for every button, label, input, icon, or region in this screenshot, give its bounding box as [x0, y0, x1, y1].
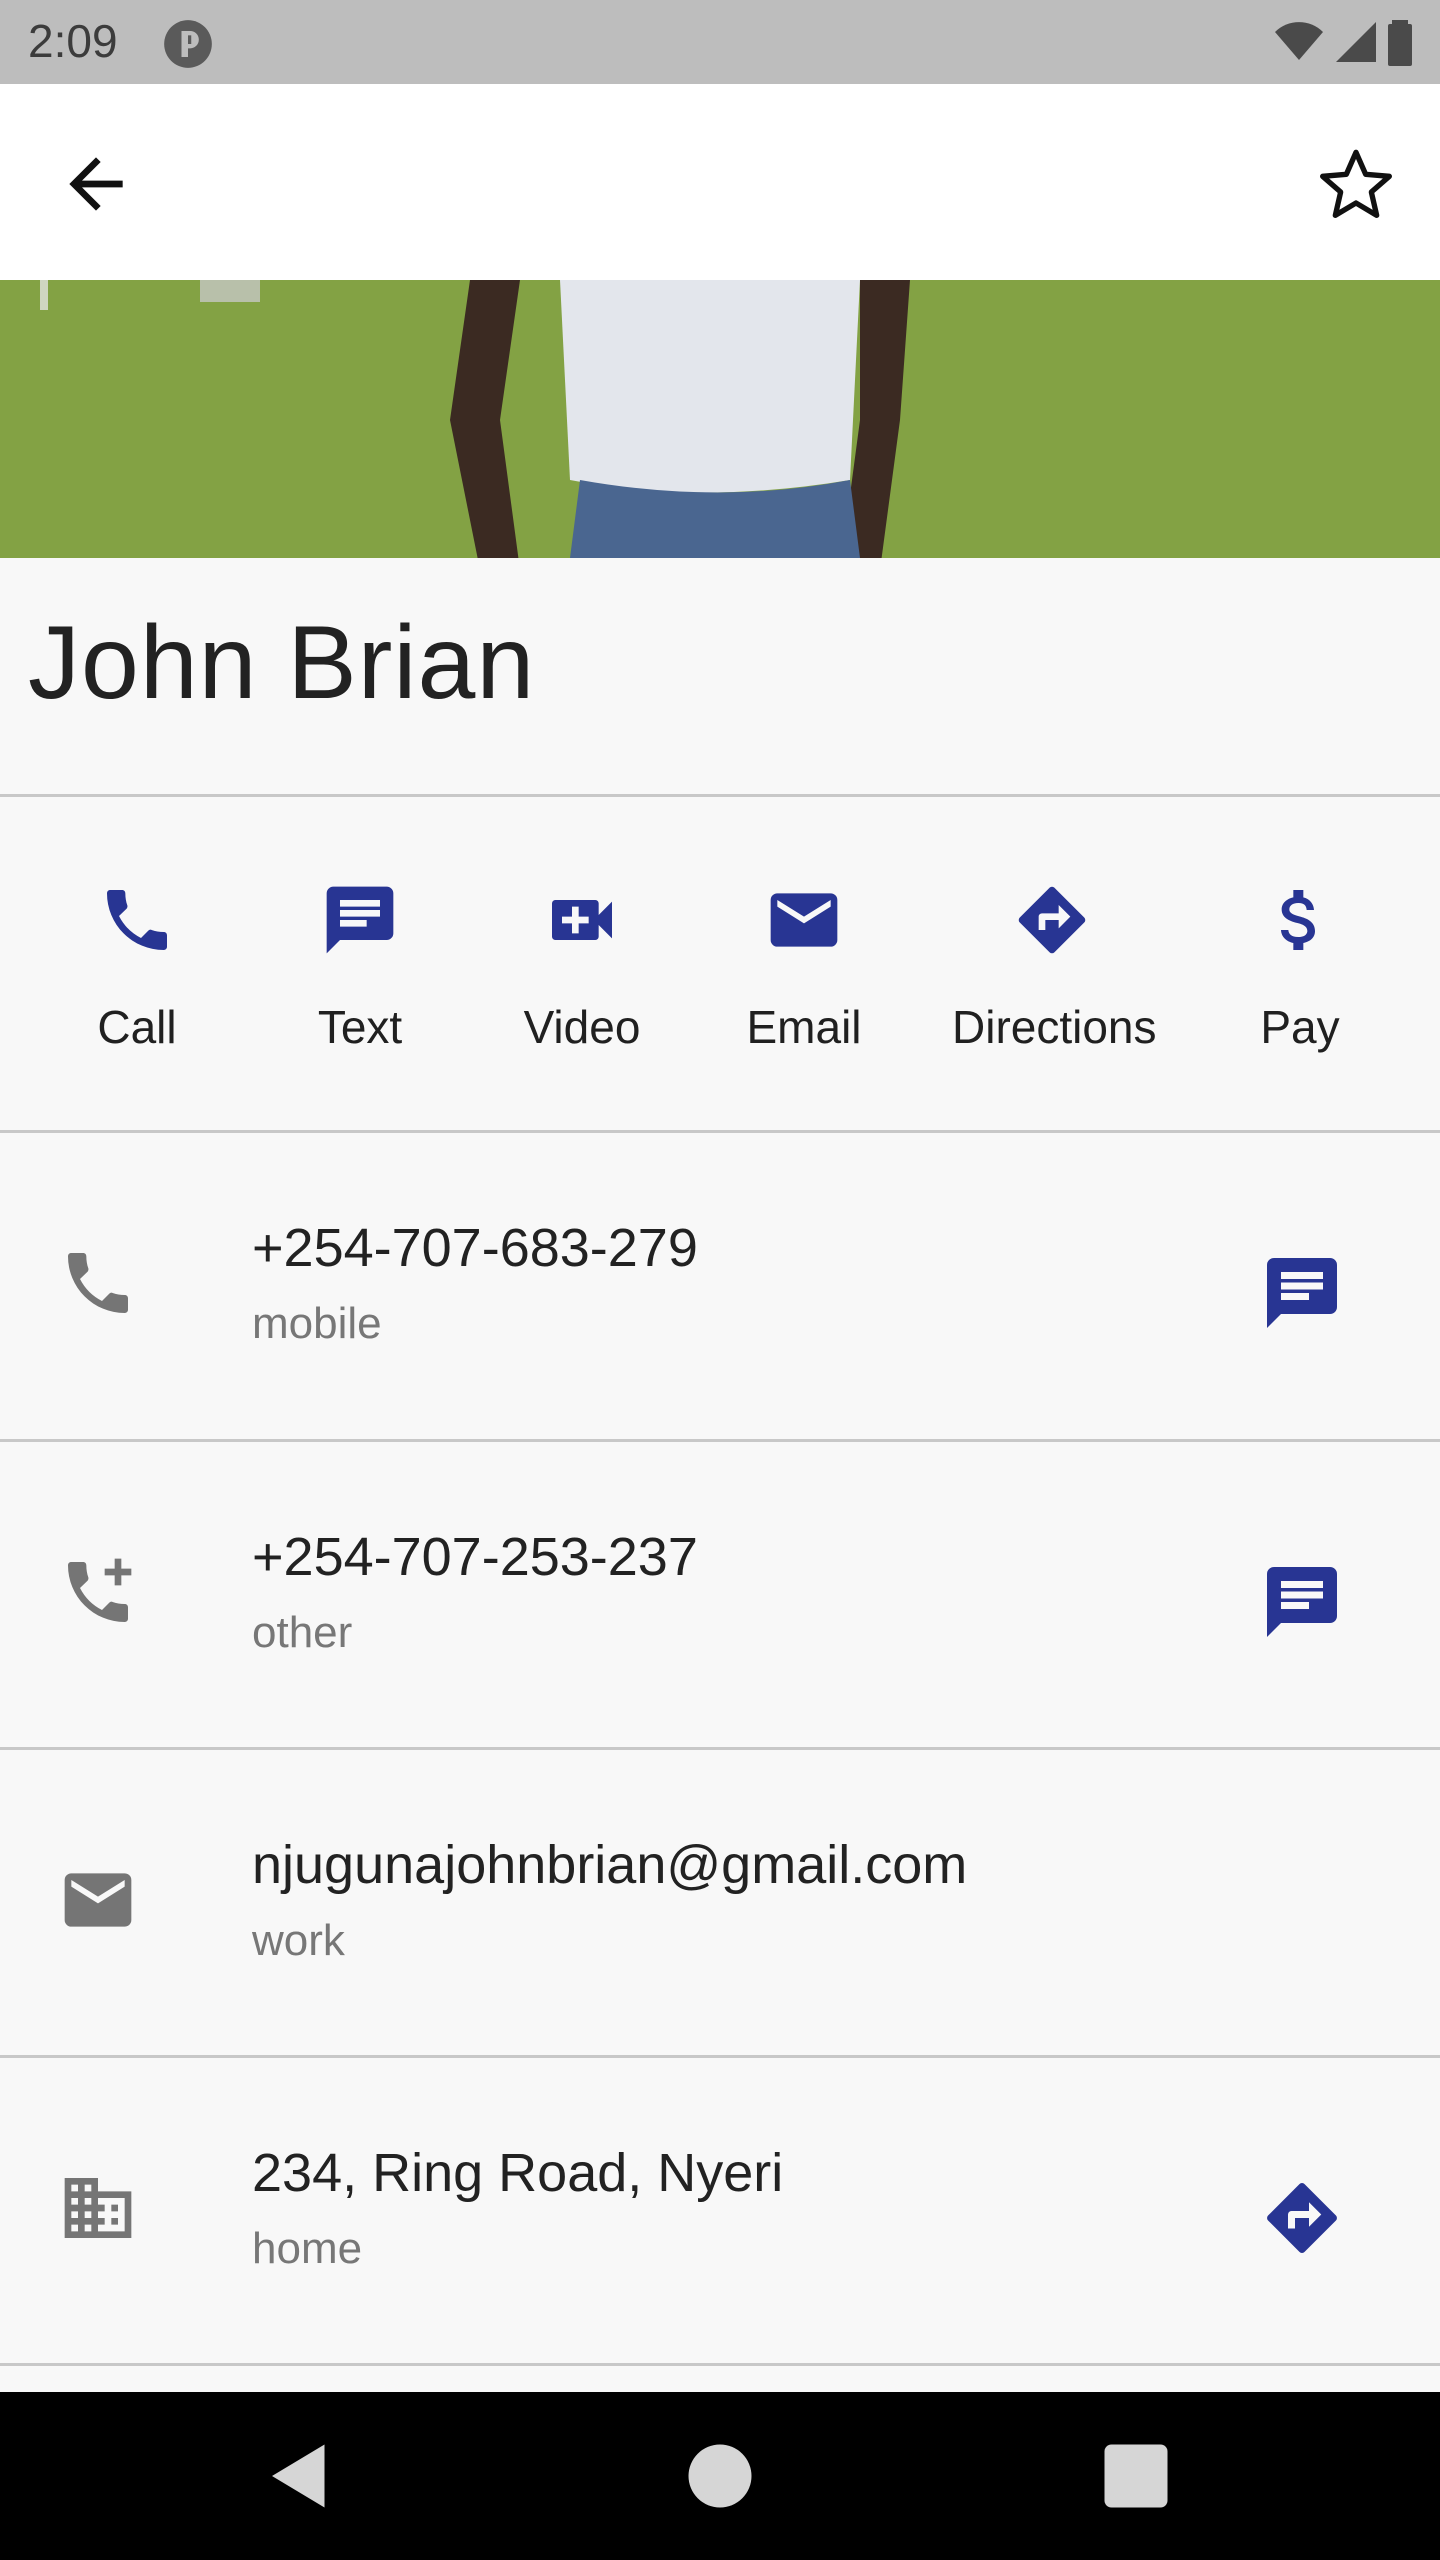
divider	[0, 2363, 1440, 2366]
home-circle-icon[interactable]	[678, 2434, 762, 2518]
dollar-icon	[1281, 890, 1315, 950]
arrow-back-icon[interactable]	[56, 144, 136, 224]
app-bar	[0, 84, 1440, 280]
wifi-icon	[1275, 22, 1324, 60]
pay-action-button[interactable]: Pay	[1200, 880, 1400, 1054]
phone-icon	[68, 1253, 128, 1313]
address-type: home	[252, 2224, 363, 2273]
address-text: 234, Ring Road, Nyeri	[252, 2143, 784, 2203]
email-icon	[64, 1873, 132, 1927]
phone-number: +254-707-253-237	[252, 1527, 698, 1587]
call-label: Call	[97, 1001, 177, 1053]
status-icons	[1271, 18, 1416, 66]
contact-name: John Brian	[28, 605, 536, 721]
message-icon[interactable]	[1260, 1560, 1344, 1644]
battery-icon	[1388, 20, 1412, 66]
directions-icon[interactable]	[1260, 2176, 1344, 2260]
text-action-button[interactable]: Text	[260, 880, 460, 1054]
divider	[0, 794, 1440, 797]
directions-icon	[1018, 886, 1086, 954]
status-time: 2:09	[28, 15, 118, 67]
status-bar: 2:09	[0, 0, 1440, 84]
email-row[interactable]: njugunajohnbrian@gmail.com work	[0, 1750, 1440, 2056]
phone-add-icon	[68, 1558, 132, 1622]
phone-other-row[interactable]: +254-707-253-237 other	[0, 1442, 1440, 1748]
video-icon	[552, 900, 612, 940]
directions-label: Directions	[952, 1001, 1157, 1053]
contact-photo-illustration	[0, 280, 1440, 558]
phone-type: mobile	[252, 1299, 382, 1348]
email-action-button[interactable]: Email	[704, 880, 904, 1054]
phone-type: other	[252, 1608, 353, 1657]
navigation-bar	[0, 2392, 1440, 2560]
address-row[interactable]: 234, Ring Road, Nyeri home	[0, 2058, 1440, 2364]
signal-icon	[1335, 22, 1376, 62]
directions-action-button[interactable]: Directions	[952, 880, 1157, 1054]
text-label: Text	[317, 1001, 403, 1053]
app-notification-icon	[164, 20, 212, 68]
phone-mobile-row[interactable]: +254-707-683-279 mobile	[0, 1133, 1440, 1439]
video-action-button[interactable]: Video	[482, 880, 682, 1054]
phone-icon	[107, 890, 167, 950]
message-icon	[326, 886, 394, 954]
email-type: work	[252, 1916, 345, 1965]
email-label: Email	[746, 1001, 862, 1053]
video-label: Video	[523, 1001, 641, 1053]
recents-square-icon[interactable]	[1094, 2434, 1178, 2518]
phone-number: +254-707-683-279	[252, 1218, 698, 1278]
back-triangle-icon[interactable]	[258, 2434, 342, 2518]
email-address: njugunajohnbrian@gmail.com	[252, 1835, 968, 1895]
building-icon	[64, 2178, 132, 2238]
pay-label: Pay	[1260, 1001, 1340, 1053]
call-action-button[interactable]: Call	[37, 880, 237, 1054]
contact-photo	[0, 280, 1440, 558]
star-outline-icon[interactable]	[1316, 144, 1396, 224]
message-icon[interactable]	[1260, 1251, 1344, 1335]
email-icon	[770, 893, 838, 947]
